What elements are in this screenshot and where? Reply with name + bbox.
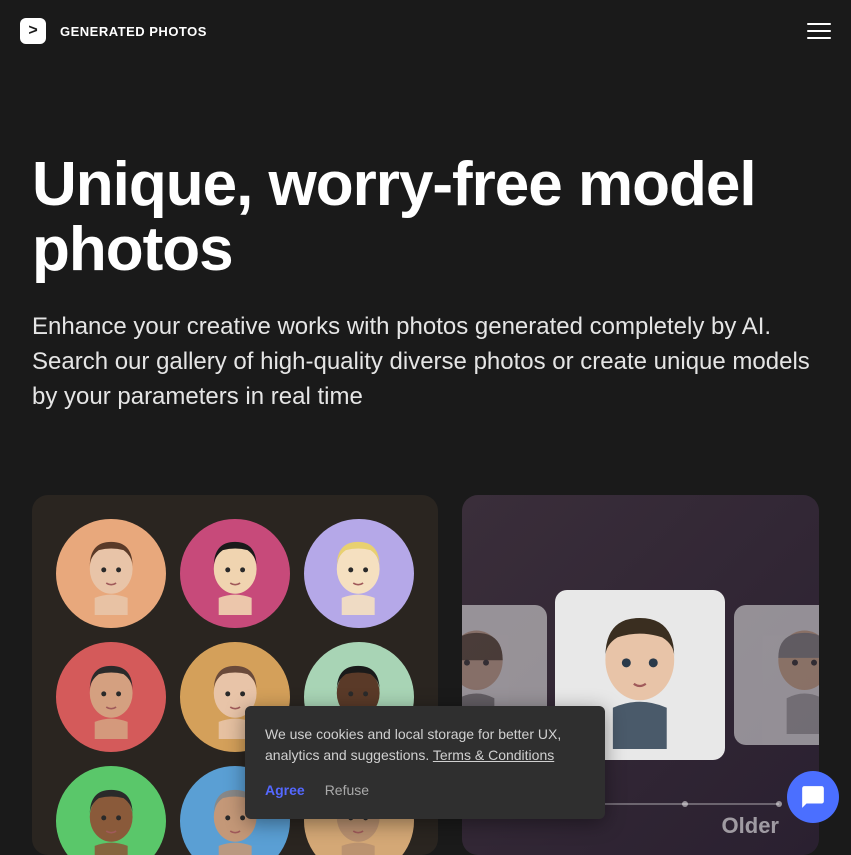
hero-title: Unique, worry-free model photos bbox=[32, 152, 819, 282]
header: > GENERATED PHOTOS bbox=[0, 0, 851, 62]
face-avatar bbox=[56, 642, 166, 752]
terms-link[interactable]: Terms & Conditions bbox=[433, 747, 554, 763]
brand[interactable]: > GENERATED PHOTOS bbox=[20, 18, 207, 44]
cookie-refuse-button[interactable]: Refuse bbox=[325, 780, 369, 801]
cookie-banner: We use cookies and local storage for bet… bbox=[245, 706, 605, 819]
carousel-next-face[interactable] bbox=[734, 605, 819, 745]
face-avatar bbox=[180, 519, 290, 629]
face-avatar bbox=[56, 519, 166, 629]
logo-icon: > bbox=[20, 18, 46, 44]
cookie-text: We use cookies and local storage for bet… bbox=[265, 724, 585, 766]
hero-subtitle: Enhance your creative works with photos … bbox=[32, 310, 819, 414]
hero-section: Unique, worry-free model photos Enhance … bbox=[0, 62, 851, 455]
brand-name: GENERATED PHOTOS bbox=[60, 24, 207, 39]
chat-button[interactable] bbox=[787, 771, 839, 823]
face-avatar bbox=[304, 519, 414, 629]
cookie-agree-button[interactable]: Agree bbox=[265, 780, 305, 801]
face-avatar bbox=[56, 766, 166, 854]
chat-icon bbox=[800, 784, 826, 810]
menu-button[interactable] bbox=[807, 23, 831, 39]
